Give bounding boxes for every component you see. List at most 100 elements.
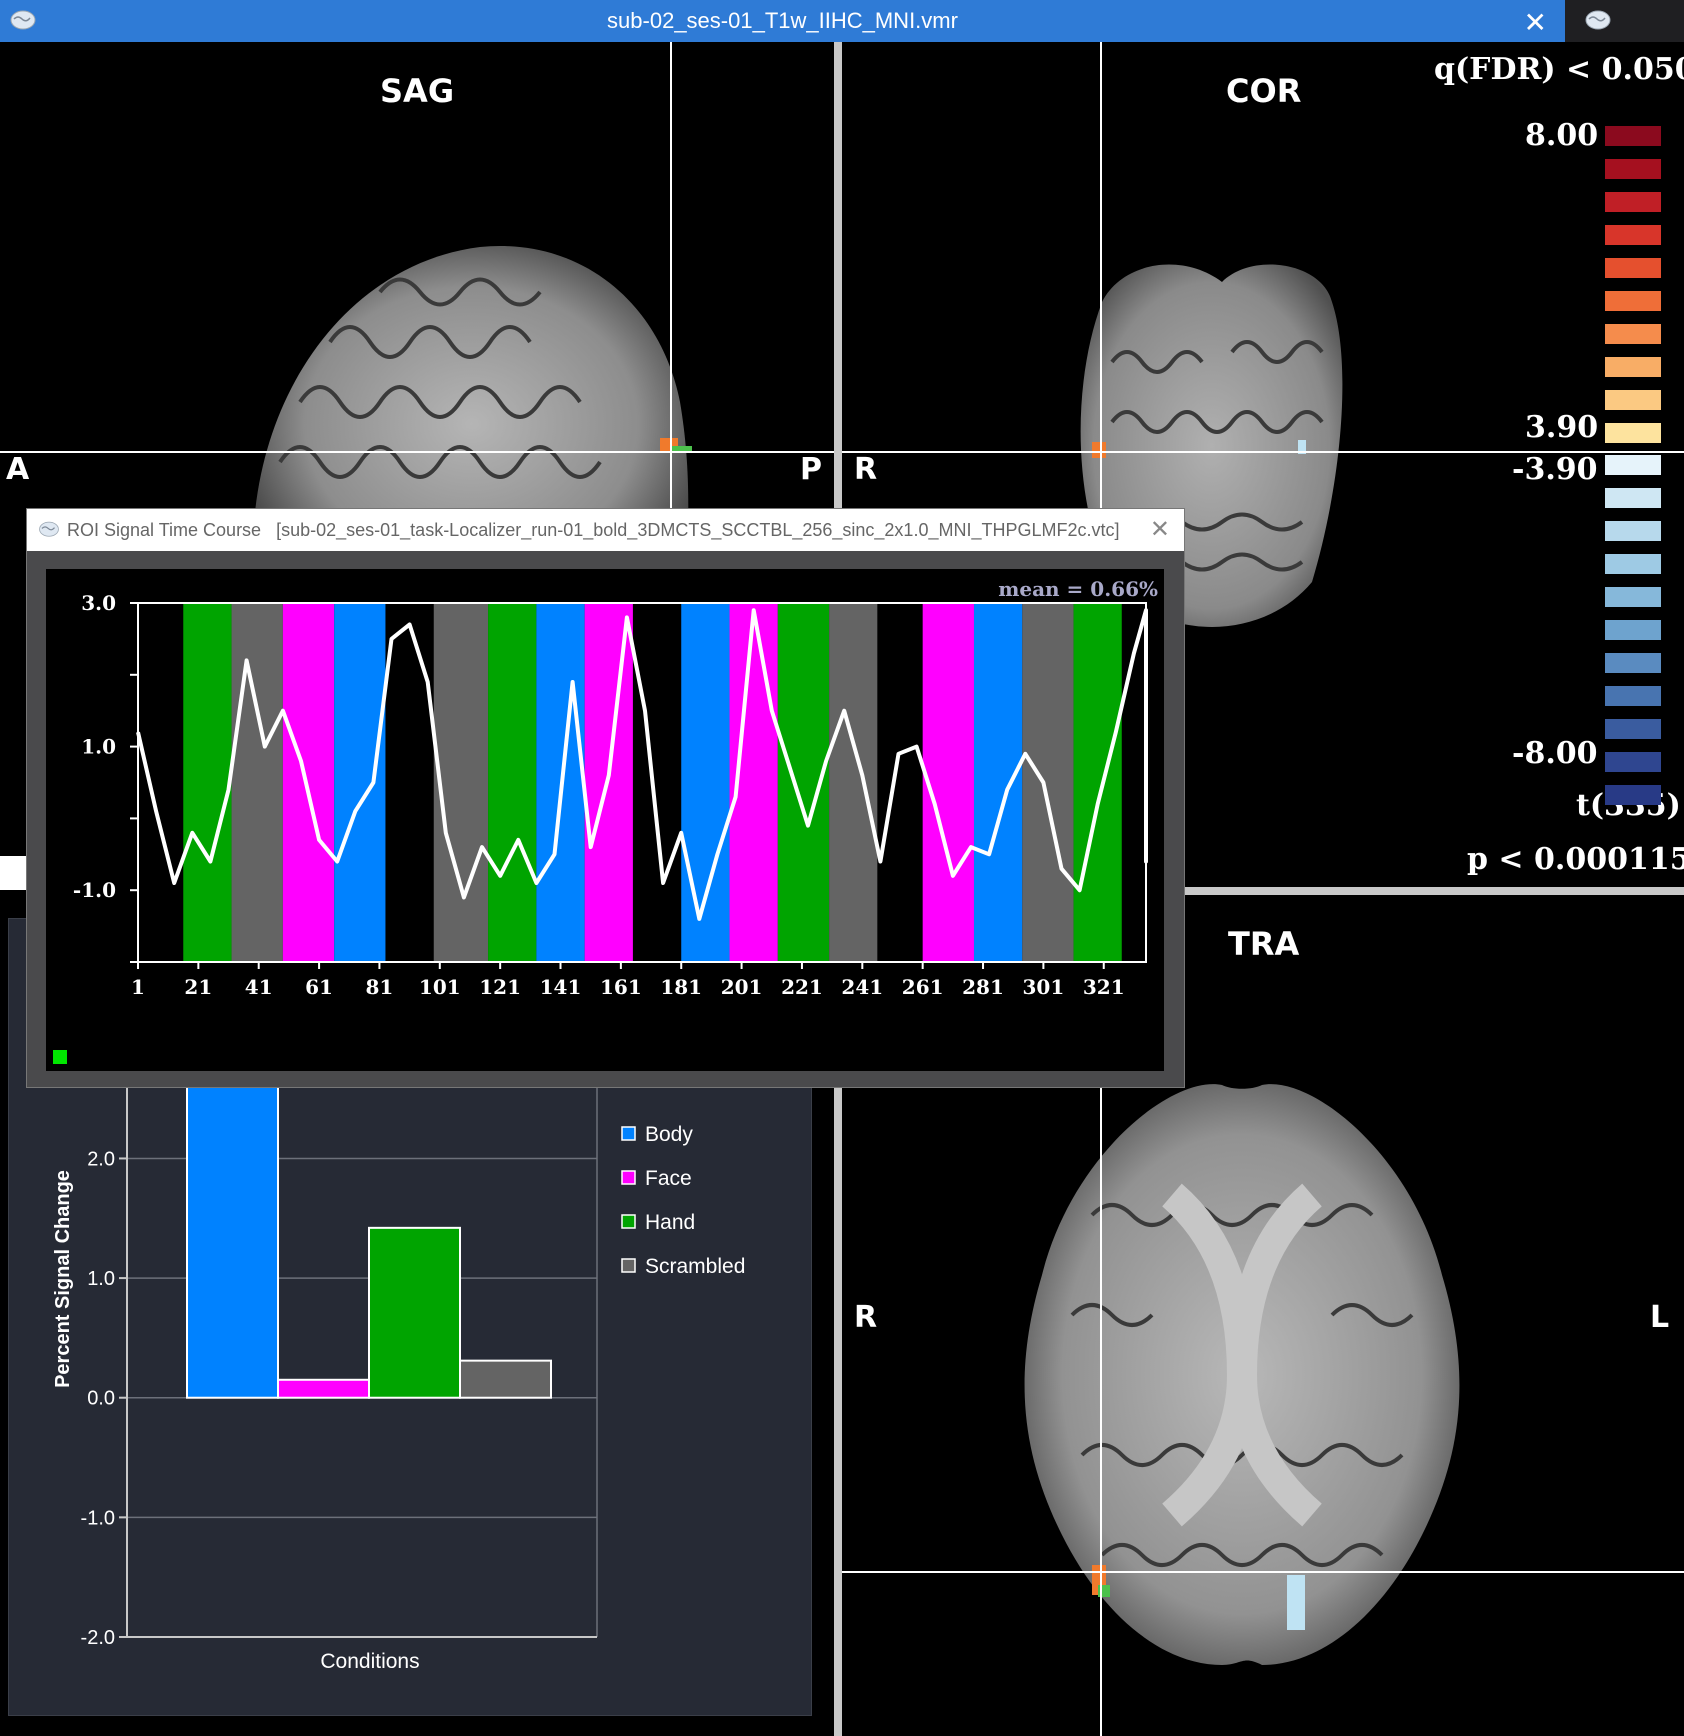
- bar-face: [277, 1378, 370, 1399]
- condition-block-hand: [1073, 603, 1122, 962]
- legend-label-face: Face: [645, 1167, 692, 1190]
- orientation-label-left: L: [1650, 1300, 1670, 1335]
- brain-app-icon: [10, 10, 36, 30]
- x-tick-label: 301: [1023, 975, 1065, 999]
- y-tick-label: 0.0: [87, 1388, 115, 1410]
- legend-swatch-negative: [1605, 686, 1661, 706]
- x-tick-label: 181: [660, 975, 702, 999]
- crosshair-horizontal: [0, 451, 834, 453]
- bar-chart-ylabel: Percent Signal Change: [52, 1170, 74, 1388]
- condition-block-scrambled: [1022, 603, 1074, 962]
- legend-marker-face: [621, 1170, 636, 1185]
- legend-swatch-positive: [1605, 258, 1661, 278]
- condition-block-scrambled: [433, 603, 489, 962]
- bar-scrambled: [459, 1359, 552, 1399]
- dialog-file: [sub-02_ses-01_task-Localizer_run-01_bol…: [276, 519, 1120, 540]
- y-tick-label: -2.0: [81, 1627, 115, 1649]
- x-tick-label: 221: [781, 975, 823, 999]
- view-title-sag: SAG: [380, 72, 455, 110]
- secondary-window-tab[interactable]: [1565, 0, 1684, 42]
- legend-pos-min: 3.90: [1525, 410, 1599, 445]
- legend-marker-scrambled: [621, 1258, 636, 1273]
- window-title-bar: sub-02_ses-01_T1w_IIHC_MNI.vmr ✕: [0, 0, 1565, 42]
- x-tick-label: 241: [841, 975, 883, 999]
- brain-app-icon: [0, 856, 26, 890]
- condition-block-rest: [877, 603, 923, 962]
- status-indicator: [53, 1050, 67, 1064]
- y-tick-label: -1.0: [81, 1507, 115, 1529]
- legend-swatch-negative: [1605, 587, 1661, 607]
- crosshair-horizontal: [842, 1571, 1684, 1573]
- x-tick-label: 161: [600, 975, 642, 999]
- legend-label-hand: Hand: [645, 1211, 695, 1234]
- condition-block-body: [973, 603, 1023, 962]
- legend-swatch-positive: [1605, 225, 1661, 245]
- x-tick-label: 81: [366, 975, 394, 999]
- x-tick-label: 41: [245, 975, 273, 999]
- legend-swatch-negative: [1605, 785, 1661, 805]
- legend-neg-max: -8.00: [1512, 736, 1598, 771]
- legend-swatch-positive: [1605, 423, 1661, 443]
- y-tick-label: -1.0: [73, 878, 116, 902]
- time-course-chart: 1 21 41 61 81 101 121 141 161 181 201 221 241 261 281 3…: [53, 577, 1158, 1064]
- legend-swatch-negative: [1605, 488, 1661, 508]
- window-title: sub-02_ses-01_T1w_IIHC_MNI.vmr: [607, 8, 958, 33]
- condition-block-hand: [488, 603, 537, 962]
- x-tick-label: 321: [1083, 975, 1125, 999]
- view-separator-horizontal[interactable]: [1184, 887, 1684, 895]
- condition-block-body: [681, 603, 730, 962]
- legend-p-value: p < 0.000115: [1467, 842, 1684, 877]
- mean-label: mean = 0.66%: [998, 577, 1158, 601]
- bar-chart-xlabel: Conditions: [320, 1650, 419, 1673]
- x-tick-label: 1: [131, 975, 145, 999]
- view-title-tra: TRA: [1228, 925, 1300, 963]
- x-tick-label: 141: [540, 975, 582, 999]
- roi-signal-dialog[interactable]: ROI Signal Time Course [sub-02_ses-01_ta…: [26, 508, 1185, 1088]
- legend-threshold: q(FDR) < 0.050: [1434, 52, 1684, 87]
- orientation-label-anterior: A: [6, 452, 30, 487]
- x-tick-label: 61: [305, 975, 333, 999]
- condition-block-face: [282, 603, 335, 962]
- orientation-label-posterior: P: [800, 452, 822, 487]
- legend-swatch-positive: [1605, 159, 1661, 179]
- y-tick-label: 2.0: [87, 1148, 115, 1170]
- view-title-cor: COR: [1226, 72, 1302, 110]
- condition-block-scrambled: [829, 603, 878, 962]
- legend-label-body: Body: [645, 1123, 693, 1146]
- legend-swatch-positive: [1605, 324, 1661, 344]
- x-tick-label: 121: [479, 975, 521, 999]
- orientation-label-right: R: [854, 1300, 878, 1335]
- legend-pos-max: 8.00: [1525, 118, 1599, 153]
- y-tick-label: 3.0: [81, 591, 116, 615]
- close-icon[interactable]: ✕: [1150, 515, 1170, 544]
- x-tick-label: 261: [902, 975, 944, 999]
- legend-swatch-positive: [1605, 357, 1661, 377]
- brain-app-icon: [1585, 10, 1611, 30]
- legend-marker-body: [621, 1126, 636, 1141]
- condition-block-face: [922, 603, 974, 962]
- brain-app-icon: [39, 521, 59, 537]
- orientation-label-right: R: [854, 452, 878, 487]
- y-tick-label: 1.0: [81, 735, 116, 759]
- legend-swatch-negative: [1605, 653, 1661, 673]
- x-tick-label: 21: [184, 975, 212, 999]
- legend-swatch-positive: [1605, 291, 1661, 311]
- legend-marker-hand: [621, 1214, 636, 1229]
- x-tick-label: 201: [721, 975, 763, 999]
- dialog-title: ROI Signal Time Course: [67, 519, 262, 540]
- legend-label-scrambled: Scrambled: [645, 1255, 745, 1278]
- condition-block-hand: [183, 603, 232, 962]
- bar-hand: [368, 1226, 461, 1399]
- condition-block-rest: [385, 603, 434, 962]
- x-tick-label: 281: [962, 975, 1004, 999]
- legend-swatch-negative: [1605, 521, 1661, 541]
- condition-block-scrambled: [231, 603, 283, 962]
- legend-swatch-negative: [1605, 719, 1661, 739]
- dialog-title-bar[interactable]: ROI Signal Time Course [sub-02_ses-01_ta…: [27, 509, 1184, 551]
- close-icon[interactable]: ✕: [1524, 6, 1547, 39]
- legend-swatch-negative: [1605, 620, 1661, 640]
- legend-swatch-negative: [1605, 455, 1661, 475]
- x-tick-label: 101: [419, 975, 461, 999]
- condition-block-rest: [138, 603, 184, 962]
- condition-block-rest: [632, 603, 682, 962]
